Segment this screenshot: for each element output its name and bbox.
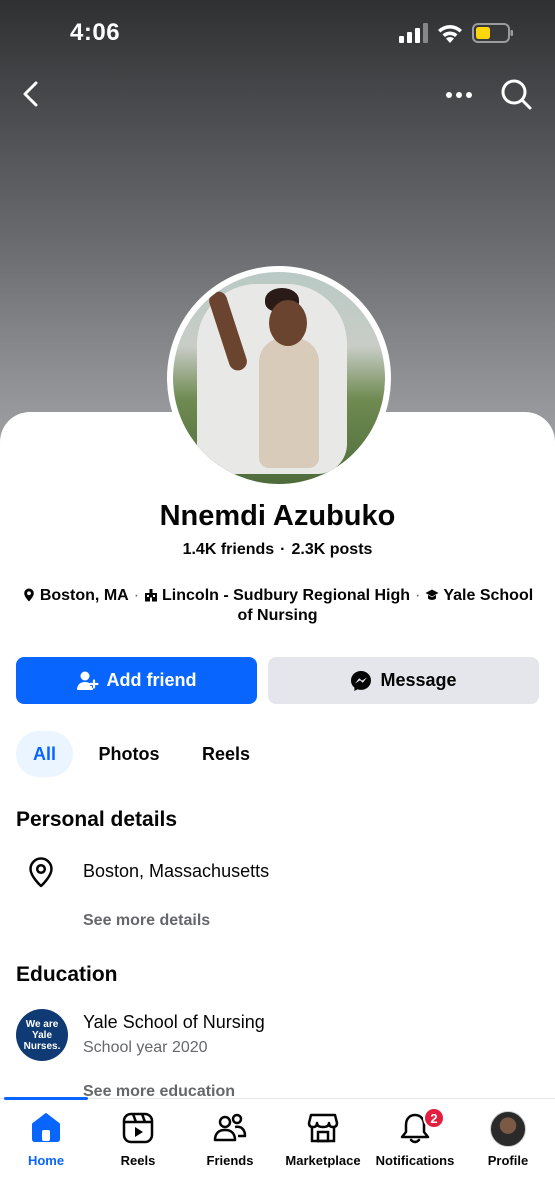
nav-notifications[interactable]: 2 Notifications bbox=[369, 1107, 461, 1179]
nav-notifications-label: Notifications bbox=[375, 1153, 455, 1168]
home-icon bbox=[32, 1113, 60, 1142]
tab-all[interactable]: All bbox=[16, 731, 73, 777]
add-friend-button[interactable]: Add friend bbox=[16, 657, 257, 704]
education-year: School year 2020 bbox=[83, 1039, 208, 1056]
graduation-cap-icon bbox=[425, 589, 439, 600]
messenger-icon bbox=[351, 670, 372, 691]
profile-avatar bbox=[490, 1111, 526, 1147]
intro-separator: · bbox=[133, 587, 140, 604]
nav-home[interactable]: Home bbox=[0, 1109, 92, 1179]
search-button[interactable] bbox=[498, 76, 534, 112]
see-more-details-link[interactable]: See more details bbox=[83, 912, 210, 930]
profile-name: Nnemdi Azubuko bbox=[159, 500, 396, 532]
yale-nursing-logo: We are Yale Nurses. bbox=[16, 1009, 68, 1061]
stats-separator: · bbox=[280, 541, 286, 558]
more-options-button[interactable] bbox=[442, 80, 476, 110]
wifi-icon bbox=[438, 25, 462, 43]
intro-separator: · bbox=[415, 587, 421, 604]
status-bar: 4:06 bbox=[0, 0, 555, 66]
nav-home-label: Home bbox=[27, 1153, 65, 1168]
nav-friends-label: Friends bbox=[206, 1153, 254, 1168]
nav-profile[interactable]: Profile bbox=[462, 1109, 554, 1179]
location-pin-icon bbox=[29, 857, 53, 888]
intro-location: Boston, MA bbox=[39, 587, 129, 604]
marketplace-icon bbox=[307, 1113, 339, 1143]
location-pin-icon bbox=[24, 588, 34, 602]
status-time: 4:06 bbox=[70, 19, 121, 46]
add-friend-label: Add friend bbox=[106, 670, 197, 690]
nav-marketplace-label: Marketplace bbox=[285, 1153, 361, 1168]
personal-details-title: Personal details bbox=[16, 808, 178, 831]
nav-friends[interactable]: Friends bbox=[184, 1109, 276, 1179]
nav-reels-label: Reels bbox=[120, 1153, 156, 1168]
intro-school: Lincoln - Sudbury Regional High bbox=[162, 587, 411, 604]
intro-summary: Boston, MA · Lincoln - Sudbury Regional Hi… bbox=[16, 586, 539, 626]
back-button[interactable] bbox=[16, 78, 48, 110]
nav-profile-label: Profile bbox=[487, 1153, 529, 1168]
posts-count[interactable]: 2.3K posts bbox=[292, 541, 373, 558]
cellular-signal-icon bbox=[399, 23, 428, 43]
profile-photo bbox=[173, 272, 385, 484]
friends-count[interactable]: 1.4K friends bbox=[183, 541, 275, 558]
notification-badge: 2 bbox=[423, 1107, 445, 1129]
battery-icon bbox=[472, 23, 513, 43]
message-button[interactable]: Message bbox=[268, 657, 539, 704]
active-tab-indicator bbox=[4, 1097, 88, 1100]
reels-icon bbox=[122, 1112, 154, 1144]
school-building-icon bbox=[145, 589, 158, 602]
current-city: Boston, Massachusetts bbox=[83, 861, 270, 881]
education-school[interactable]: Yale School of Nursing bbox=[83, 1012, 265, 1033]
nav-marketplace[interactable]: Marketplace bbox=[277, 1109, 369, 1179]
tab-reels[interactable]: Reels bbox=[192, 731, 260, 777]
profile-picture[interactable] bbox=[167, 266, 391, 490]
bottom-navigation: Home Reels Friends Marketplace 2 Notific… bbox=[0, 1097, 555, 1200]
profile-stats: 1.4K friends · 2.3K posts bbox=[0, 541, 555, 559]
tab-photos[interactable]: Photos bbox=[89, 731, 169, 777]
friends-icon bbox=[213, 1113, 247, 1142]
education-title: Education bbox=[16, 963, 118, 986]
message-label: Message bbox=[380, 670, 457, 690]
nav-reels[interactable]: Reels bbox=[92, 1109, 184, 1179]
add-friend-icon bbox=[76, 671, 99, 690]
